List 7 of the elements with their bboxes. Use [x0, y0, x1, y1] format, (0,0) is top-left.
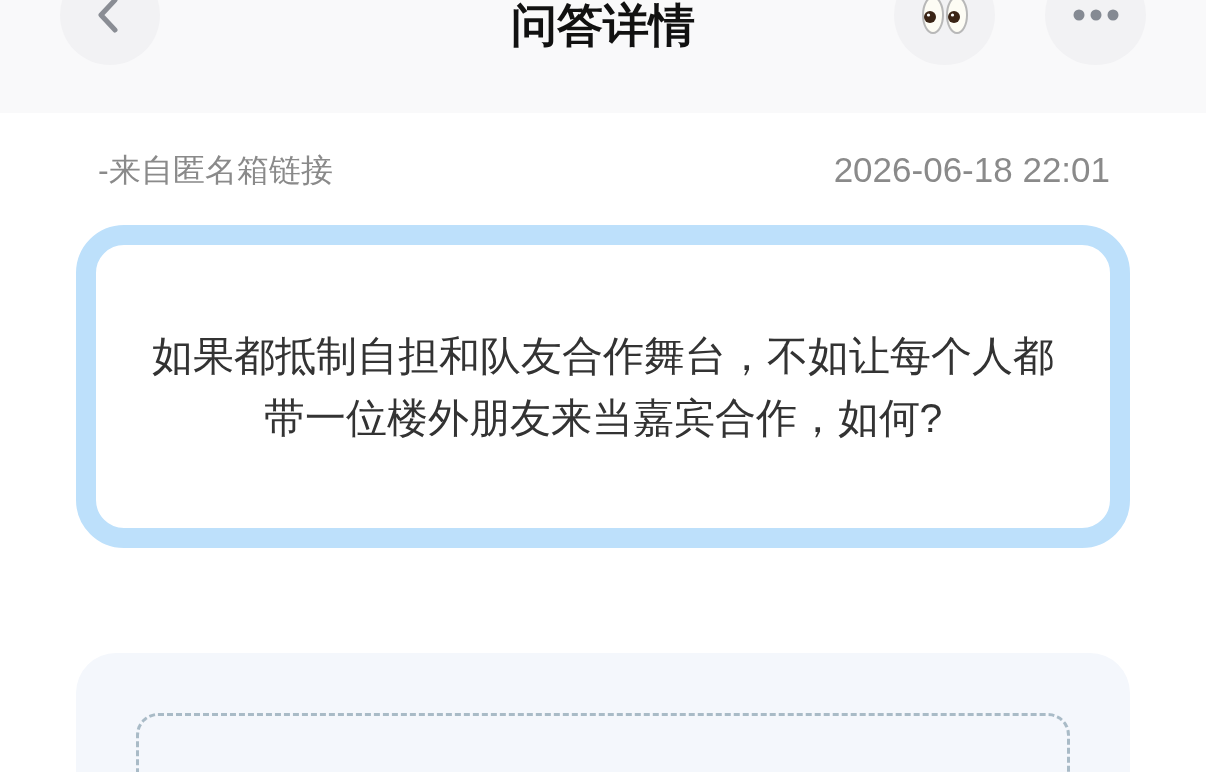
question-time: 2026-06-18 22:01 — [833, 150, 1110, 190]
question-source: -来自匿名箱链接 — [98, 151, 333, 190]
question-text: 如果都抵制自担和队友合作舞台，不如让每个人都带一位楼外朋友来当嘉宾合作，如何? — [151, 331, 1055, 443]
back-chevron-icon — [97, 0, 119, 33]
page-title: 问答详情 — [511, 1, 695, 49]
more-icon — [1072, 9, 1119, 21]
eyes-emoji-icon — [920, 0, 969, 35]
